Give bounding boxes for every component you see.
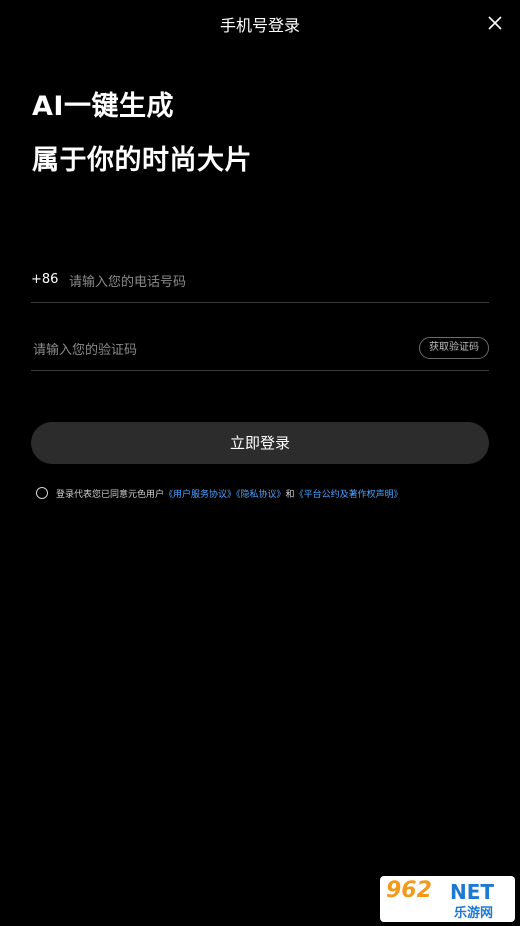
login-button[interactable]: 立即登录 <box>31 422 489 464</box>
agreement-text: 登录代表您已同意元色用户《用户服务协议》《隐私协议》和《平台公约及著作权声明》 <box>56 487 403 500</box>
watermark-site: 乐游网 <box>454 906 494 921</box>
agreement-checkbox[interactable] <box>36 487 48 499</box>
privacy-agreement-link[interactable]: 《隐私协议》 <box>236 490 286 500</box>
agreement-conjunction: 和 <box>285 490 295 500</box>
country-code[interactable]: +86 <box>31 272 58 287</box>
watermark-number: 962 <box>386 878 432 903</box>
hero-line-2: 属于你的时尚大片 <box>32 145 252 176</box>
watermark-logo: 962 NET 乐游网 <box>380 876 515 922</box>
page-title: 手机号登录 <box>219 16 300 35</box>
code-field-row: 获取验证码 <box>31 330 489 371</box>
phone-field-row: +86 <box>31 262 489 303</box>
close-icon[interactable] <box>486 14 504 32</box>
verification-code-input[interactable] <box>31 336 395 364</box>
top-bar: 手机号登录 <box>0 0 520 46</box>
get-code-button[interactable]: 获取验证码 <box>419 337 489 359</box>
agreement-prefix: 登录代表您已同意元色用户 <box>56 490 165 500</box>
phone-input[interactable] <box>67 268 471 296</box>
platform-convention-link[interactable]: 《平台公约及著作权声明》 <box>295 490 403 500</box>
user-service-agreement-link[interactable]: 《用户服务协议》 <box>164 490 236 500</box>
hero-line-1: AI一键生成 <box>32 91 174 122</box>
watermark-net: NET <box>450 880 495 904</box>
